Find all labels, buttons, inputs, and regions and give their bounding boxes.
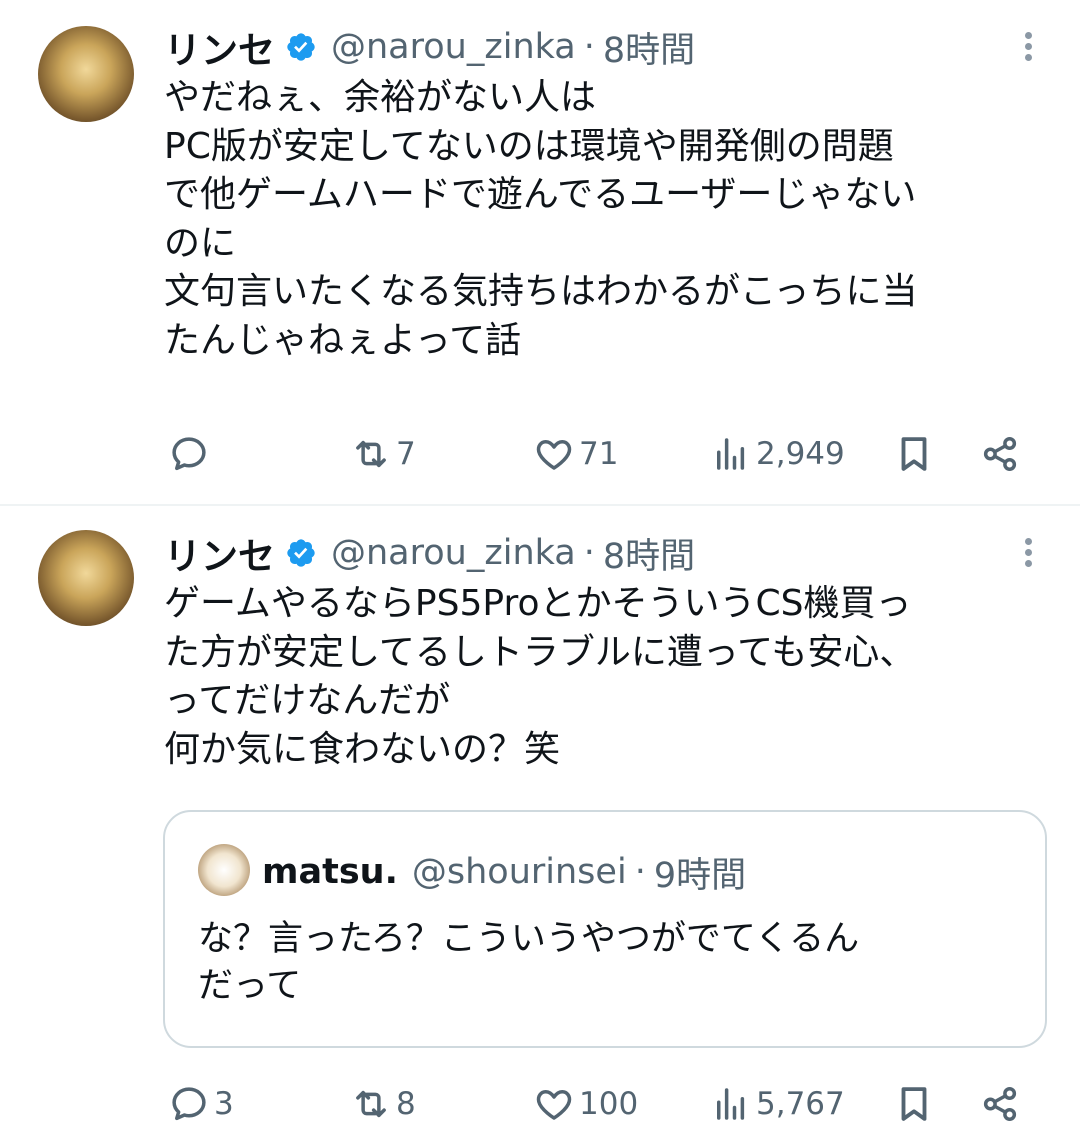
like-button[interactable]: 71 (533, 424, 618, 484)
separator: · (634, 852, 646, 892)
retweet-count: 8 (396, 1086, 416, 1122)
quoted-author-handle[interactable]: @shourinsei (412, 852, 627, 892)
reply-button[interactable] (168, 424, 214, 484)
reply-button[interactable]: 3 (168, 1074, 234, 1134)
bookmark-icon (901, 437, 927, 471)
views-count: 5,767 (756, 1086, 845, 1122)
share-button[interactable] (979, 424, 1021, 484)
quoted-avatar[interactable] (198, 844, 250, 896)
quoted-line: な？言ったろ？こういうやつがでてくるん (198, 919, 860, 959)
quoted-timestamp[interactable]: 9時間 (654, 847, 746, 898)
author-handle[interactable]: @narou_zinka (331, 533, 576, 573)
retweet-button[interactable]: 8 (350, 1074, 416, 1134)
avatar[interactable] (38, 26, 134, 122)
verified-badge-icon (287, 539, 315, 567)
more-options-icon[interactable] (1022, 538, 1034, 572)
avatar[interactable] (38, 530, 134, 626)
bookmark-button[interactable] (893, 1074, 935, 1134)
heart-icon (536, 1090, 572, 1120)
quoted-author-name[interactable]: matsu. (262, 852, 398, 892)
retweet-button[interactable]: 7 (350, 424, 416, 484)
quoted-tweet[interactable]: matsu. @shourinsei · 9時間 な？言ったろ？こういうやつがで… (163, 810, 1047, 1048)
tweet-line: やだねぇ、余裕がない人は (164, 77, 597, 118)
tweet-line: のに (164, 222, 237, 264)
retweet-icon (356, 1090, 386, 1118)
share-icon (983, 437, 1017, 471)
views-count: 2,949 (756, 436, 845, 472)
author-name[interactable]: リンセ (164, 20, 275, 74)
like-button[interactable]: 100 (533, 1074, 638, 1134)
tweet-line: 何か気に食わないの？笑 (164, 728, 561, 770)
retweet-count: 7 (396, 436, 416, 472)
tweet-line: たんじゃねぇよって話 (164, 319, 522, 361)
like-count: 71 (579, 436, 619, 472)
views-icon (717, 1088, 745, 1120)
action-bar: 7 71 2,949 (0, 424, 1080, 484)
tweet-text: やだねぇ、余裕がない人は PC版が安定してないのは環境や開発側の問題 で他ゲーム… (164, 74, 1054, 365)
tweet-line: ってだけなんだが (164, 680, 451, 721)
share-icon (983, 1087, 1017, 1121)
tweet[interactable]: リンセ @narou_zinka · 8時間 ゲームやるならPS5Proとかそう… (0, 506, 1080, 1146)
verified-badge-icon (287, 33, 315, 61)
tweet-header: リンセ @narou_zinka · 8時間 (164, 22, 695, 72)
tweet-header: リンセ @narou_zinka · 8時間 (164, 528, 695, 578)
reply-count: 3 (214, 1086, 234, 1122)
more-options-icon[interactable] (1022, 32, 1034, 66)
bookmark-button[interactable] (893, 424, 935, 484)
tweet[interactable]: リンセ @narou_zinka · 8時間 やだねぇ、余裕がない人は PC版が… (0, 0, 1080, 505)
views-button[interactable]: 5,767 (710, 1074, 845, 1134)
quoted-text: な？言ったろ？こういうやつがでてくるん だって (198, 916, 1028, 1010)
like-count: 100 (579, 1086, 639, 1122)
bookmark-icon (901, 1087, 927, 1121)
reply-icon (172, 437, 206, 471)
quoted-line: だって (198, 966, 302, 1006)
separator: · (583, 533, 595, 573)
tweet-line: た方が安定してるしトラブルに遭っても安心、 (164, 631, 916, 673)
tweet-text: ゲームやるならPS5ProとかそういうCS機買っ た方が安定してるしトラブルに遭… (164, 580, 1054, 774)
retweet-icon (356, 440, 386, 468)
views-button[interactable]: 2,949 (710, 424, 845, 484)
author-handle[interactable]: @narou_zinka (331, 27, 576, 67)
quoted-header: matsu. @shourinsei · 9時間 (262, 844, 746, 900)
reply-icon (172, 1087, 206, 1121)
timestamp[interactable]: 8時間 (603, 528, 695, 579)
share-button[interactable] (979, 1074, 1021, 1134)
tweet-line: ゲームやるならPS5ProとかそういうCS機買っ (164, 583, 912, 624)
tweet-line: で他ゲームハードで遊んでるユーザーじゃない (164, 174, 917, 215)
author-name[interactable]: リンセ (164, 526, 275, 580)
separator: · (583, 27, 595, 67)
timestamp[interactable]: 8時間 (603, 22, 695, 73)
tweet-line: PC版が安定してないのは環境や開発側の問題 (164, 125, 894, 167)
heart-icon (536, 440, 572, 470)
action-bar: 3 8 100 5,767 (0, 1074, 1080, 1134)
views-icon (717, 438, 745, 470)
tweet-line: 文句言いたくなる気持ちはわかるがこっちに当 (164, 271, 918, 312)
